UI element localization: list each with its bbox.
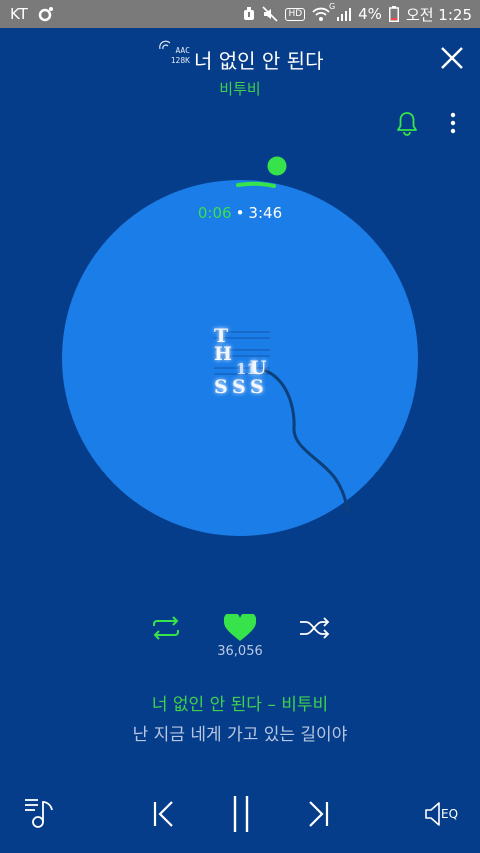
close-button[interactable]: [440, 46, 464, 70]
previous-button[interactable]: [152, 800, 176, 828]
close-icon: [441, 47, 463, 69]
shuffle-button[interactable]: [298, 616, 332, 640]
carrier-label: KT: [10, 5, 28, 23]
shuffle-icon: [300, 617, 330, 639]
heart-icon: [223, 611, 257, 641]
battery-percent: 4%: [358, 5, 382, 23]
equalizer-button[interactable]: EQ: [424, 801, 464, 827]
more-vertical-icon: [450, 112, 456, 134]
total-time: 3:46: [248, 204, 283, 222]
skip-next-icon: [309, 801, 329, 827]
current-lyric-line[interactable]: 난 지금 네게 가고 있는 길이야: [0, 720, 480, 745]
audio-quality-badge: AAC 128K: [159, 40, 190, 66]
elapsed-time: 0:06: [197, 204, 232, 222]
progress-handle[interactable]: [267, 156, 287, 176]
next-button[interactable]: [306, 800, 330, 828]
stream-quality-icon: [159, 40, 171, 50]
bitrate-label: 128K: [170, 56, 190, 65]
clock: 오전 1:25: [405, 5, 472, 24]
artist-name[interactable]: 비투비: [0, 78, 480, 99]
equalizer-label: EQ: [441, 807, 459, 821]
playlist-button[interactable]: [24, 796, 60, 830]
alarm-icon: [243, 7, 255, 21]
repeat-button[interactable]: [150, 616, 182, 640]
more-options-button[interactable]: [446, 110, 460, 136]
svg-text:H: H: [214, 343, 232, 365]
playlist-music-icon: [25, 799, 53, 828]
progress-fill: [236, 181, 276, 188]
music-app-icon: [38, 6, 54, 22]
song-title: 너 없인 안 된다: [194, 49, 324, 73]
player-header: AAC 128K 너 없인 안 된다 비투비: [0, 28, 480, 108]
svg-text:S: S: [250, 376, 264, 398]
svg-text:S: S: [232, 376, 246, 398]
signal-icon: [337, 7, 352, 21]
album-cover-art: T H 11 U S S S: [214, 325, 350, 515]
pause-icon: [233, 796, 249, 832]
playback-time: 0:06 • 3:46: [0, 204, 480, 222]
status-bar: KT HD G 4% 오전 1:25: [0, 0, 480, 28]
wifi-icon: G: [312, 2, 335, 22]
time-separator: •: [235, 204, 245, 222]
notification-button[interactable]: [396, 110, 418, 136]
progress-arc[interactable]: [0, 150, 480, 200]
pause-button[interactable]: [230, 795, 252, 833]
network-type-label: G: [328, 2, 336, 11]
hd-voice-icon: HD: [285, 7, 306, 21]
battery-icon: [388, 6, 399, 22]
skip-previous-icon: [153, 801, 173, 827]
lyrics-song-info[interactable]: 너 없인 안 된다 – 비투비: [0, 690, 480, 715]
repeat-icon: [153, 616, 179, 640]
mute-icon: [262, 6, 279, 22]
like-button[interactable]: [223, 611, 257, 642]
like-count: 36,056: [217, 644, 263, 659]
svg-text:S: S: [214, 376, 228, 398]
bell-icon: [397, 112, 417, 136]
